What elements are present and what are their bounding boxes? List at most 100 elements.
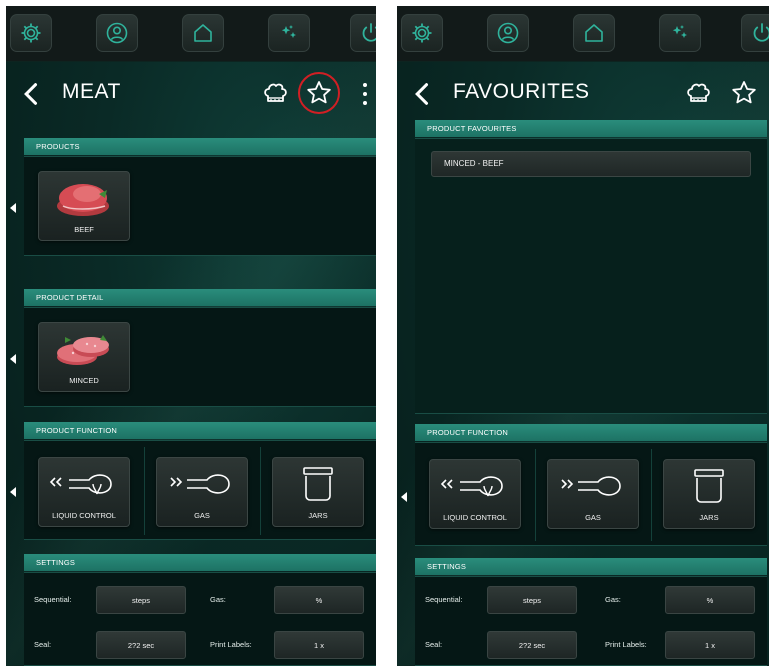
settings-panel: Sequential: steps Gas: % Seal: 2?2 sec P… [24,572,376,666]
function-label-jars: JARS [699,513,719,522]
page-title: MEAT [62,80,121,103]
product-detail-panel: MINCED [24,307,376,407]
user-icon [497,22,519,44]
sparkle-icon [672,25,687,38]
sparkle-icon [281,25,296,38]
product-tile-beef[interactable]: BEEF [38,171,130,241]
function-tile-gas[interactable]: GAS [156,457,248,527]
section-header-product-favourites: PRODUCT FAVOURITES [415,120,767,137]
sequential-field[interactable]: steps [96,586,186,614]
section-header-products: PRODUCTS [24,138,376,155]
function-tile-liquid-control[interactable]: LIQUID CONTROL [38,457,130,527]
star-icon [307,81,331,104]
page-title: FAVOURITES [453,80,590,103]
home-nav-button[interactable] [573,14,615,52]
function-divider [260,447,261,535]
chef-hat-icon [687,83,710,102]
user-icon [106,22,128,44]
function-scroll-left[interactable] [10,487,16,497]
home-icon [585,24,603,42]
user-nav-button[interactable] [487,14,529,52]
sequential-field[interactable]: steps [487,586,577,614]
section-header-product-function: PRODUCT FUNCTION [24,422,376,439]
chef-hat-icon [264,83,287,102]
more-options-icon[interactable] [358,80,372,108]
seal-label: Seal: [34,640,52,649]
function-label-liquid-control: LIQUID CONTROL [443,513,507,522]
gear-icon [412,23,432,43]
function-tile-liquid-control[interactable]: LIQUID CONTROL [429,459,521,529]
function-divider [651,449,652,541]
function-label-liquid-control: LIQUID CONTROL [52,511,116,520]
home-nav-button[interactable] [182,14,224,52]
beef-image [57,184,109,216]
gas-label: Gas: [210,595,226,604]
page-header: FAVOURITES [397,68,769,120]
jar-icon [303,467,333,501]
function-tile-gas[interactable]: GAS [547,459,639,529]
detail-scroll-left[interactable] [10,354,16,364]
section-header-settings: SETTINGS [24,554,376,571]
meat-screen: MEAT PRODUCTS BEEF PRODUCT DETAIL MINCED… [6,6,376,666]
function-scroll-left[interactable] [401,492,407,502]
seal-label: Seal: [425,640,443,649]
liquid-control-icon [440,476,503,497]
gas-label: Gas: [605,595,621,604]
cleaning-nav-button[interactable] [659,14,701,52]
user-nav-button[interactable] [96,14,138,52]
recipe-button[interactable] [681,76,715,110]
product-label-beef: BEEF [74,225,94,234]
page-header: MEAT [6,68,376,120]
gas-icon [561,476,621,496]
section-header-product-function: PRODUCT FUNCTION [415,424,767,441]
print-labels-field[interactable]: 1 x [665,631,755,659]
print-labels-label: Print Labels: [210,640,252,649]
section-header-settings: SETTINGS [415,558,767,575]
product-function-panel: LIQUID CONTROL GAS JARS [415,442,767,546]
gas-icon [170,474,230,494]
sequential-label: Sequential: [425,595,463,604]
recipe-button[interactable] [258,76,292,110]
seal-field[interactable]: 2?2 sec [487,631,577,659]
settings-nav-button[interactable] [10,14,52,52]
jar-icon [694,469,724,503]
gas-field[interactable]: % [665,586,755,614]
product-detail-tile-minced[interactable]: MINCED [38,322,130,392]
power-nav-button[interactable] [350,14,376,52]
products-scroll-left[interactable] [10,203,16,213]
function-label-gas: GAS [585,513,601,522]
seal-field[interactable]: 2?2 sec [96,631,186,659]
product-function-panel: LIQUID CONTROL GAS JARS [24,440,376,540]
liquid-control-icon [49,474,112,495]
sequential-label: Sequential: [34,595,72,604]
back-chevron-icon[interactable] [18,80,46,108]
function-tile-jars[interactable]: JARS [272,457,364,527]
function-divider [144,447,145,535]
gear-icon [21,23,41,43]
function-tile-jars[interactable]: JARS [663,459,755,529]
minced-patty-image [57,335,109,365]
print-labels-field[interactable]: 1 x [274,631,364,659]
home-icon [194,24,212,42]
top-navigation-bar [397,6,769,62]
products-panel: BEEF [24,156,376,256]
product-detail-label-minced: MINCED [69,376,99,385]
function-divider [535,449,536,541]
print-labels-label: Print Labels: [605,640,647,649]
favourite-button[interactable] [302,76,336,110]
favourite-button[interactable] [727,76,761,110]
cleaning-nav-button[interactable] [268,14,310,52]
power-nav-button[interactable] [741,14,769,52]
star-icon [732,81,756,104]
settings-panel: Sequential: steps Gas: % Seal: 2?2 sec P… [415,576,767,666]
settings-nav-button[interactable] [401,14,443,52]
function-label-gas: GAS [194,511,210,520]
power-icon [362,23,376,42]
function-label-jars: JARS [308,511,328,520]
back-chevron-icon[interactable] [409,80,437,108]
favourite-item[interactable]: MINCED - BEEF [431,151,751,177]
section-header-product-detail: PRODUCT DETAIL [24,289,376,306]
favourites-panel: MINCED - BEEF [415,138,767,414]
power-icon [753,23,769,42]
gas-field[interactable]: % [274,586,364,614]
